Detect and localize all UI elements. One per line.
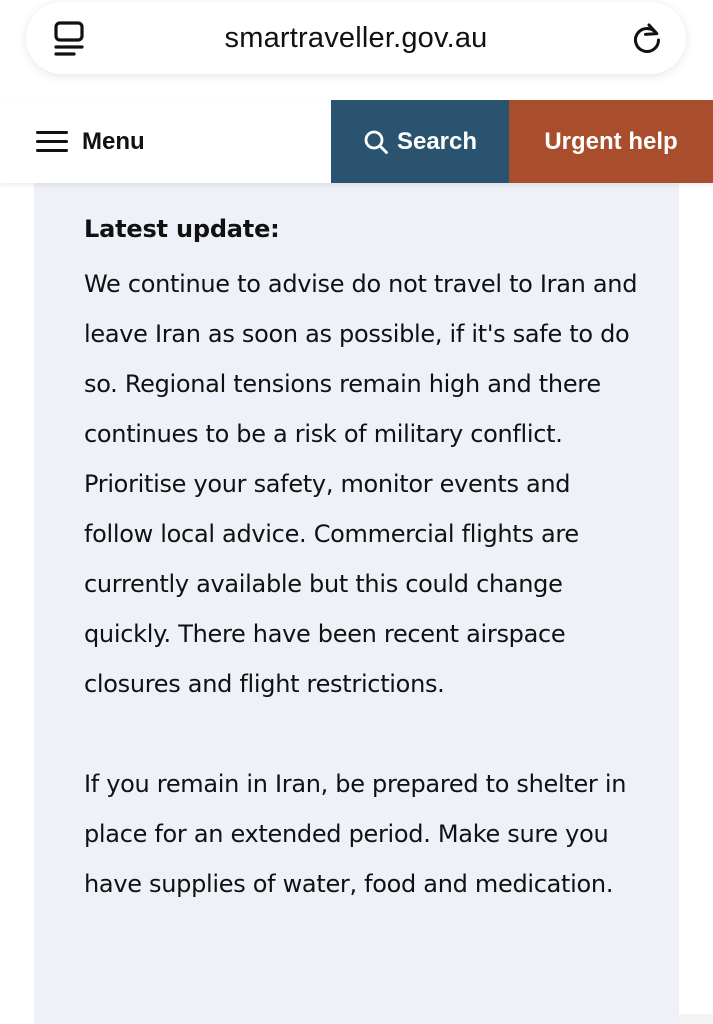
site-header: Menu Search Urgent help: [0, 100, 713, 183]
reload-icon[interactable]: [630, 21, 664, 55]
browser-address-bar[interactable]: smartraveller.gov.au: [26, 2, 686, 74]
alert-paragraph-shelter: If you remain in Iran, be prepared to sh…: [84, 770, 627, 898]
alert-content: Latest update: We continue to advise do …: [84, 211, 644, 909]
travel-alert-panel: Latest update: We continue to advise do …: [34, 183, 679, 1024]
urgent-help-button[interactable]: Urgent help: [509, 100, 713, 183]
latest-update-heading: Latest update:: [84, 215, 280, 243]
page: smartraveller.gov.au Menu Search Urgent …: [0, 0, 713, 1024]
search-button[interactable]: Search: [331, 100, 509, 183]
tabs-icon[interactable]: [52, 20, 86, 58]
urgent-help-label: Urgent help: [544, 127, 678, 155]
url-text[interactable]: smartraveller.gov.au: [225, 22, 488, 55]
search-icon: [364, 130, 388, 154]
hamburger-icon: [36, 130, 68, 154]
search-label: Search: [396, 127, 478, 155]
menu-button[interactable]: Menu: [36, 100, 145, 183]
alert-paragraph-advice: We continue to advise do not travel to I…: [84, 270, 638, 698]
menu-label: Menu: [82, 127, 145, 155]
